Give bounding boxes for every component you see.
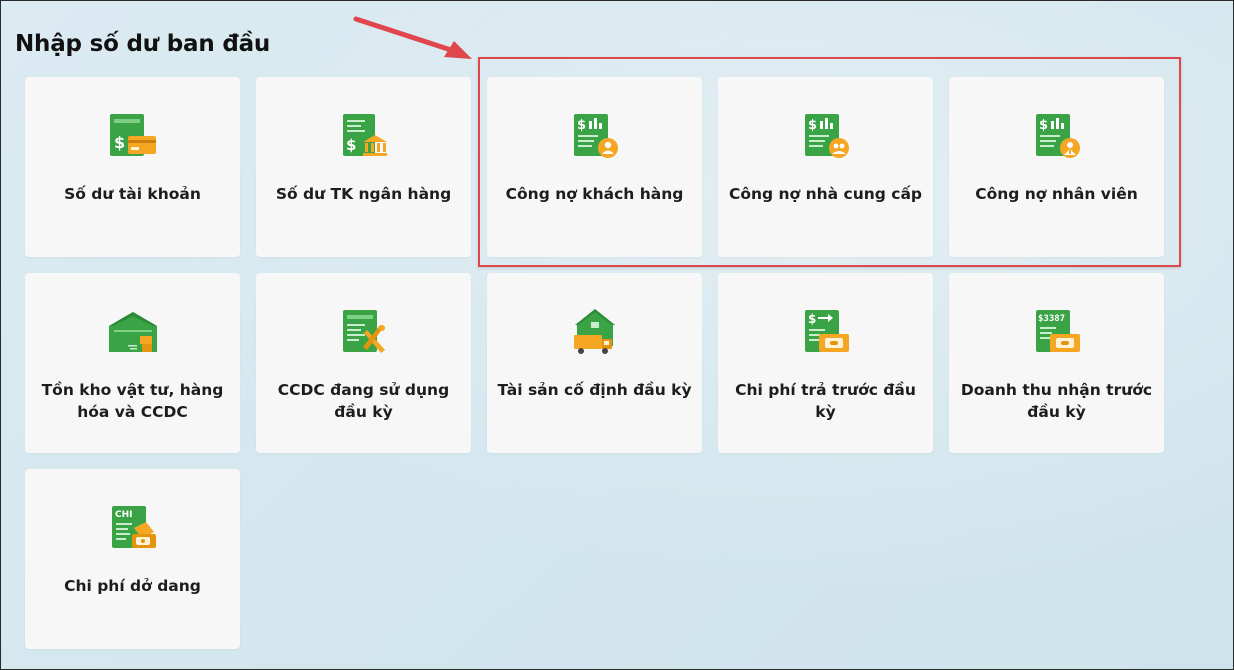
warehouse-icon — [108, 312, 157, 352]
svg-text:CHI: CHI — [115, 510, 133, 520]
tile-label: Chi phí trả trước đầu kỳ — [735, 381, 916, 421]
tile-cong-no-nhan-vien[interactable]: $ Công nợ nhân viên — [949, 77, 1164, 257]
wip-expense-icon: CHI — [111, 506, 156, 548]
tile-chi-phi-tra-truoc[interactable]: $ Chi phí trả trước đầu kỳ — [718, 273, 933, 453]
tile-ccdc-dang-su-dung[interactable]: CCDC đang sử dụng đầu kỳ — [256, 273, 471, 453]
supplier-debt-icon: $ — [804, 114, 849, 158]
account-balance-icon: $ — [109, 114, 156, 156]
svg-text:$: $ — [808, 118, 817, 133]
tile-label: Số dư TK ngân hàng — [275, 185, 452, 203]
prepaid-expense-icon: $ — [804, 310, 849, 352]
tile-tai-san-co-dinh[interactable]: Tài sản cố định đầu kỳ — [487, 273, 702, 453]
tile-cong-no-nha-cung-cap[interactable]: $ Công nợ nhà cung cấp — [718, 77, 933, 257]
tile-label: Chi phí dở dang — [64, 577, 201, 595]
tile-cong-no-khach-hang[interactable]: $ Công nợ khách hàng — [487, 77, 702, 257]
tile-label: Số dư tài khoản — [64, 185, 201, 203]
employee-debt-icon: $ — [1035, 114, 1080, 158]
page-title: Nhập số dư ban đầu — [15, 31, 271, 57]
customer-debt-icon: $ — [573, 114, 618, 158]
tile-label: CCDC đang sử dụng đầu kỳ — [277, 381, 450, 421]
tile-label: Công nợ nhà cung cấp — [728, 185, 923, 203]
tile-doanh-thu-nhan-truoc[interactable]: $3387 Doanh thu nhận trước đầu kỳ — [949, 273, 1164, 453]
bank-balance-icon: $ — [342, 114, 387, 156]
annotation-arrow-icon — [353, 16, 472, 59]
svg-text:$: $ — [346, 136, 356, 154]
fixed-asset-icon — [573, 309, 615, 354]
tile-ton-kho[interactable]: Tồn kho vật tư, hàng hóa và CCDC — [25, 273, 240, 453]
tile-label: Công nợ khách hàng — [505, 185, 684, 203]
tile-label: Tồn kho vật tư, hàng hóa và CCDC — [41, 381, 224, 421]
tile-so-du-tk-ngan-hang[interactable]: $ Số dư TK ngân hàng — [256, 77, 471, 257]
tile-so-du-tai-khoan[interactable]: $ Số dư tài khoản — [25, 77, 240, 257]
tile-chi-phi-do-dang[interactable]: CHI Chi phí dở dang — [25, 469, 240, 649]
unearned-revenue-icon: $3387 — [1035, 310, 1080, 352]
svg-text:$3387: $3387 — [1038, 314, 1065, 324]
svg-text:$: $ — [577, 118, 586, 133]
app-frame: Nhập số dư ban đầu $ Số dư tài khoản $ S… — [0, 0, 1234, 670]
svg-text:$: $ — [114, 133, 125, 152]
svg-text:$: $ — [1039, 118, 1048, 133]
tile-label: Tài sản cố định đầu kỳ — [497, 381, 692, 399]
tile-label: Doanh thu nhận trước đầu kỳ — [960, 381, 1153, 421]
svg-text:$: $ — [808, 312, 816, 326]
tools-in-use-icon — [342, 310, 385, 353]
tile-label: Công nợ nhân viên — [975, 185, 1138, 203]
